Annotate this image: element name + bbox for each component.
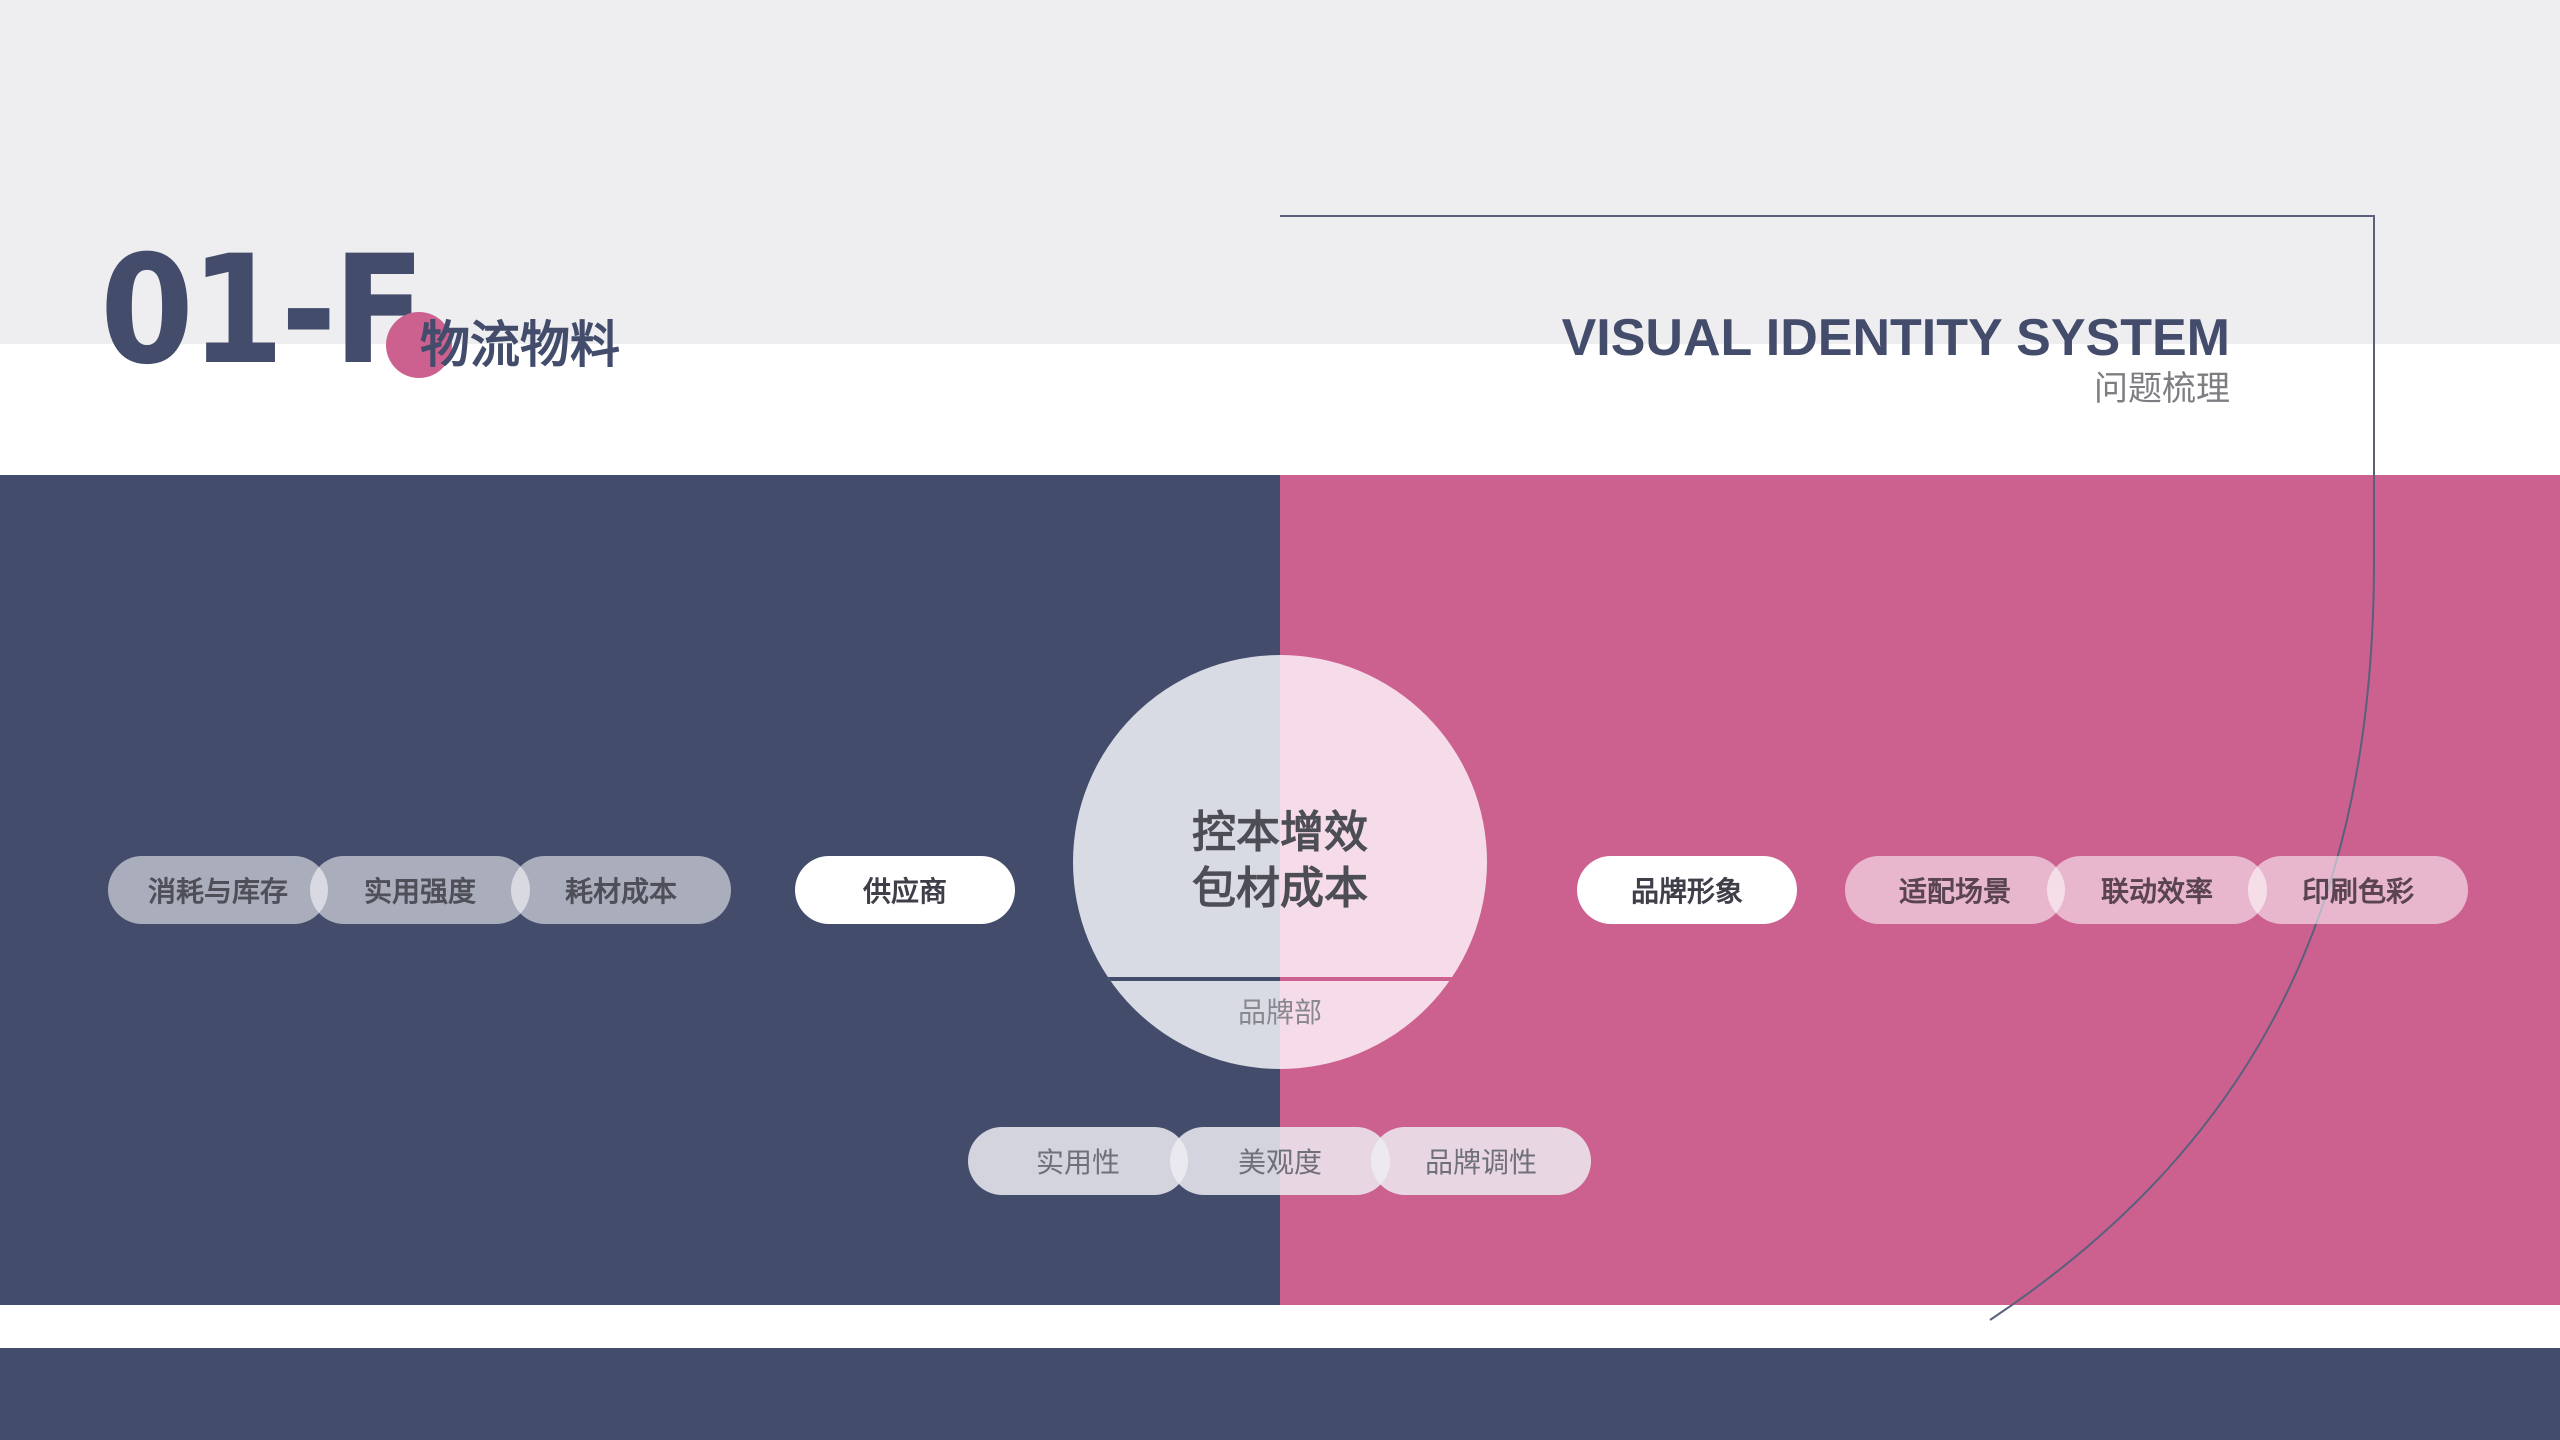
circle-divider-right xyxy=(1280,977,1487,981)
circle-divider-left xyxy=(1073,977,1280,981)
right-pill-linkage-efficiency: 联动效率 xyxy=(2047,856,2267,924)
bottom-navy-band xyxy=(0,1348,2560,1440)
core-topic-line-1: 控本增效 xyxy=(1192,807,1368,858)
core-topic-line-2: 包材成本 xyxy=(1192,863,1368,914)
section-title: 物流物料 xyxy=(420,316,620,374)
right-pill-adapt-scene: 适配场景 xyxy=(1845,856,2065,924)
section-code: 01-F xyxy=(100,224,425,398)
right-pill-print-color: 印刷色彩 xyxy=(2248,856,2468,924)
brand-subtitle: 问题梳理 xyxy=(2094,369,2230,409)
left-pill-consumption-inventory: 消耗与库存 xyxy=(108,856,328,924)
core-topic-circle: 控本增效 包材成本 品牌部 xyxy=(1073,655,1487,1069)
brand-image-pill: 品牌形象 xyxy=(1577,856,1797,924)
bottom-pill-brand-tone: 品牌调性 xyxy=(1371,1127,1591,1195)
left-pill-practical-strength: 实用强度 xyxy=(310,856,530,924)
supplier-pill: 供应商 xyxy=(795,856,1015,924)
left-pill-material-cost: 耗材成本 xyxy=(511,856,731,924)
department-label: 品牌部 xyxy=(1237,996,1322,1029)
bottom-pill-practicality: 实用性 xyxy=(968,1127,1188,1195)
bottom-pill-aesthetics: 美观度 xyxy=(1170,1127,1390,1195)
brand-title: VISUAL IDENTITY SYSTEM xyxy=(1561,309,2230,367)
